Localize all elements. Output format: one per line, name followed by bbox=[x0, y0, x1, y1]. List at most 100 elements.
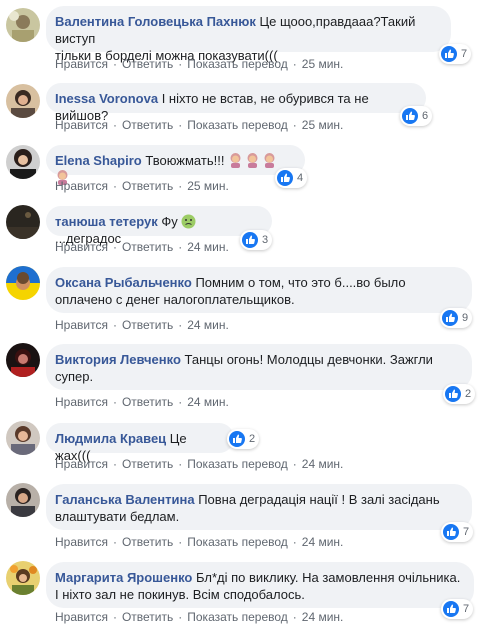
timestamp[interactable]: 24 мин. bbox=[302, 610, 344, 624]
reaction-number: 7 bbox=[463, 526, 470, 538]
reply-button[interactable]: Ответить bbox=[122, 535, 173, 549]
comment-text: Твоюжмать!!! bbox=[145, 153, 225, 168]
author-name[interactable]: Elena Shapiro bbox=[55, 153, 142, 168]
timestamp[interactable]: 25 мин. bbox=[302, 118, 344, 132]
reaction-count[interactable]: 3 bbox=[240, 230, 273, 250]
comment-actions: Нравится · Ответить · Показать перевод · 25 ми… bbox=[55, 118, 344, 132]
like-button[interactable]: Нравится bbox=[55, 240, 108, 254]
like-icon bbox=[441, 46, 457, 62]
reaction-number: 7 bbox=[461, 48, 468, 60]
comment-bubble: Inessa Voronova І ніхто не встав, не обу… bbox=[46, 83, 426, 123]
comment-actions: Нравится · Ответить · 24 мин. bbox=[55, 395, 229, 409]
avatar[interactable] bbox=[6, 343, 40, 377]
like-button[interactable]: Нравится bbox=[55, 179, 108, 193]
avatar[interactable] bbox=[6, 205, 40, 239]
comment-actions: Нравится · Ответить · Показать перевод · 24 ми… bbox=[55, 535, 344, 549]
reply-button[interactable]: Ответить bbox=[122, 610, 173, 624]
like-button[interactable]: Нравится bbox=[55, 395, 108, 409]
like-icon bbox=[277, 170, 293, 186]
reaction-number: 6 bbox=[422, 110, 429, 122]
sick-face-emoji bbox=[181, 214, 197, 229]
comment-actions: Нравится · Ответить · Показать перевод · 24 ми… bbox=[55, 610, 344, 624]
timestamp[interactable]: 25 мин. bbox=[302, 57, 344, 71]
author-name[interactable]: Маргарита Ярошенко bbox=[55, 570, 192, 585]
reaction-number: 4 bbox=[297, 172, 304, 184]
timestamp[interactable]: 24 мин. bbox=[187, 318, 229, 332]
timestamp[interactable]: 24 мин. bbox=[187, 240, 229, 254]
avatar[interactable] bbox=[6, 84, 40, 118]
comment-text: влаштувати бедлам. bbox=[55, 509, 180, 524]
avatar[interactable] bbox=[6, 145, 40, 179]
translate-button[interactable]: Показать перевод bbox=[187, 535, 288, 549]
comment-text: Помним о том, что это б....во было bbox=[195, 275, 406, 290]
comment-text: І ніхто зал не покинув. Всім сподобалось… bbox=[55, 587, 305, 602]
like-icon bbox=[443, 601, 459, 617]
author-name[interactable]: Виктория Левченко bbox=[55, 352, 181, 367]
reaction-count[interactable]: 2 bbox=[227, 429, 260, 449]
like-button[interactable]: Нравится bbox=[55, 118, 108, 132]
comment-bubble: Валентина Головецька Пахнюк Це щооо,прав… bbox=[46, 6, 451, 63]
timestamp[interactable]: 25 мин. bbox=[187, 179, 229, 193]
reply-button[interactable]: Ответить bbox=[122, 457, 173, 471]
reaction-count[interactable]: 4 bbox=[275, 168, 308, 188]
reaction-count[interactable]: 7 bbox=[441, 599, 474, 619]
comment-text: Бл*ді по виклику. На замовлення очільник… bbox=[196, 570, 461, 585]
timestamp[interactable]: 24 мин. bbox=[187, 395, 229, 409]
comment-bubble: танюша тетерук Фу ...деградос bbox=[46, 206, 272, 246]
comment-bubble: Виктория Левченко Танцы огонь! Молодцы д… bbox=[46, 344, 472, 390]
like-icon bbox=[229, 431, 245, 447]
comment-text: Фу bbox=[161, 214, 178, 229]
like-icon bbox=[242, 232, 258, 248]
like-button[interactable]: Нравится bbox=[55, 57, 108, 71]
like-button[interactable]: Нравится bbox=[55, 318, 108, 332]
comment-actions: Нравится · Ответить · 24 мин. bbox=[55, 318, 229, 332]
reply-button[interactable]: Ответить bbox=[122, 57, 173, 71]
reaction-count[interactable]: 7 bbox=[439, 44, 472, 64]
reply-button[interactable]: Ответить bbox=[122, 318, 173, 332]
author-name[interactable]: Inessa Voronova bbox=[55, 91, 158, 106]
reaction-number: 2 bbox=[465, 388, 472, 400]
comment-actions: Нравится · Ответить · Показать перевод · 25 ми… bbox=[55, 57, 344, 71]
reaction-count[interactable]: 9 bbox=[440, 308, 473, 328]
comment-text: супер. bbox=[55, 369, 94, 384]
reaction-count[interactable]: 7 bbox=[441, 522, 474, 542]
comment-text: оплачено с денег налогоплательщиков. bbox=[55, 292, 295, 307]
author-name[interactable]: Оксана Рыбальченко bbox=[55, 275, 192, 290]
reaction-number: 9 bbox=[462, 312, 469, 324]
comment-bubble: Маргарита Ярошенко Бл*ді по виклику. На … bbox=[46, 562, 474, 608]
like-button[interactable]: Нравится bbox=[55, 610, 108, 624]
like-icon bbox=[445, 386, 461, 402]
like-icon bbox=[442, 310, 458, 326]
like-button[interactable]: Нравится bbox=[55, 457, 108, 471]
reply-button[interactable]: Ответить bbox=[122, 118, 173, 132]
reply-button[interactable]: Ответить bbox=[122, 179, 173, 193]
translate-button[interactable]: Показать перевод bbox=[187, 57, 288, 71]
comment-actions: Нравится · Ответить · 25 мин. bbox=[55, 179, 229, 193]
avatar[interactable] bbox=[6, 266, 40, 300]
avatar[interactable] bbox=[6, 561, 40, 595]
reply-button[interactable]: Ответить bbox=[122, 395, 173, 409]
author-name[interactable]: Людмила Кравец bbox=[55, 431, 166, 446]
reaction-number: 7 bbox=[463, 603, 470, 615]
author-name[interactable]: Галанська Валентина bbox=[55, 492, 195, 507]
translate-button[interactable]: Показать перевод bbox=[187, 457, 288, 471]
comment-text: Повна деградація нації ! В залі засідань bbox=[198, 492, 440, 507]
avatar[interactable] bbox=[6, 421, 40, 455]
reply-button[interactable]: Ответить bbox=[122, 240, 173, 254]
avatar[interactable] bbox=[6, 483, 40, 517]
comment-text: Танцы огонь! Молодцы девчонки. Зажгли bbox=[184, 352, 433, 367]
reaction-count[interactable]: 6 bbox=[400, 106, 433, 126]
like-button[interactable]: Нравится bbox=[55, 535, 108, 549]
comment-bubble: Оксана Рыбальченко Помним о том, что это… bbox=[46, 267, 472, 313]
timestamp[interactable]: 24 мин. bbox=[302, 457, 344, 471]
avatar[interactable] bbox=[6, 8, 40, 42]
timestamp[interactable]: 24 мин. bbox=[302, 535, 344, 549]
comment-bubble: Галанська Валентина Повна деградація нац… bbox=[46, 484, 472, 530]
reaction-count[interactable]: 2 bbox=[443, 384, 476, 404]
translate-button[interactable]: Показать перевод bbox=[187, 118, 288, 132]
author-name[interactable]: Валентина Головецька Пахнюк bbox=[55, 14, 256, 29]
translate-button[interactable]: Показать перевод bbox=[187, 610, 288, 624]
reaction-number: 2 bbox=[249, 433, 256, 445]
author-name[interactable]: танюша тетерук bbox=[55, 214, 158, 229]
like-icon bbox=[443, 524, 459, 540]
